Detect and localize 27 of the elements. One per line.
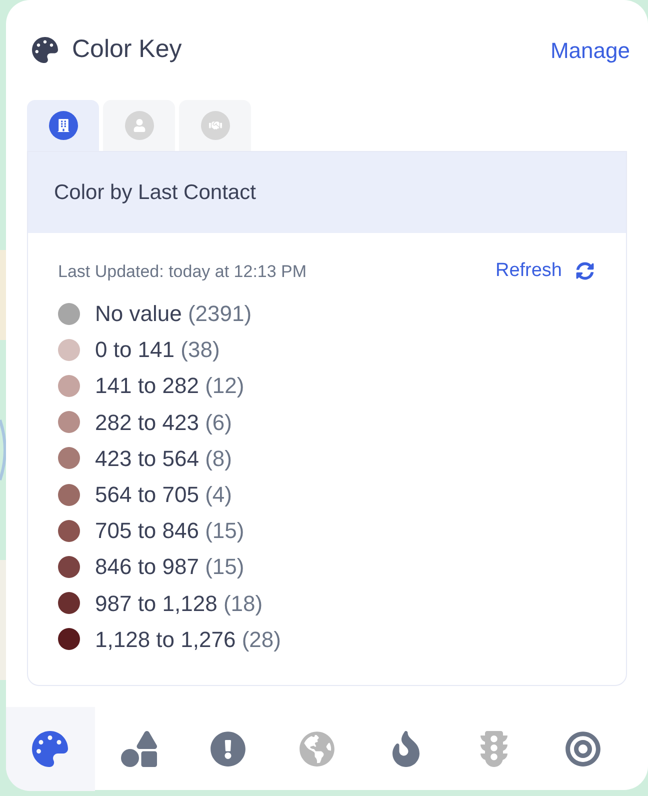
shapes-icon	[121, 731, 158, 767]
globe-icon	[298, 731, 335, 767]
user-icon	[124, 111, 154, 140]
building-icon	[48, 111, 78, 140]
refresh-icon	[576, 262, 594, 280]
legend-label: 282 to 423 (6)	[95, 408, 232, 437]
legend-label: No value (2391)	[95, 300, 252, 328]
legend-label: 846 to 987 (15)	[95, 553, 244, 582]
handshake-icon	[200, 111, 230, 140]
legend-label: 1,128 to 1,276 (28)	[95, 626, 281, 654]
legend-label: 564 to 705 (4)	[95, 481, 232, 510]
manage-link[interactable]: Manage	[550, 34, 630, 100]
toolbar-button[interactable]	[6, 707, 95, 791]
legend-label: 0 to 141 (38)	[95, 336, 220, 364]
target-icon	[565, 731, 602, 767]
legend-label: 141 to 282 (12)	[95, 372, 244, 400]
panel-header-title: Color by Last Contact	[54, 180, 256, 206]
legend-label: 987 to 1,128 (18)	[95, 590, 263, 618]
legend-label: 423 to 564 (8)	[95, 444, 232, 473]
tab[interactable]	[27, 100, 99, 151]
panel-title: Color Key	[72, 34, 182, 66]
legend-label: 705 to 846 (15)	[95, 517, 244, 546]
palette-icon	[32, 731, 68, 767]
last-updated-text: Last Updated: today at 12:13 PM	[58, 260, 307, 282]
refresh-button[interactable]: Refresh	[495, 257, 594, 286]
palette-icon	[32, 37, 58, 63]
exclamation-icon	[210, 731, 246, 767]
